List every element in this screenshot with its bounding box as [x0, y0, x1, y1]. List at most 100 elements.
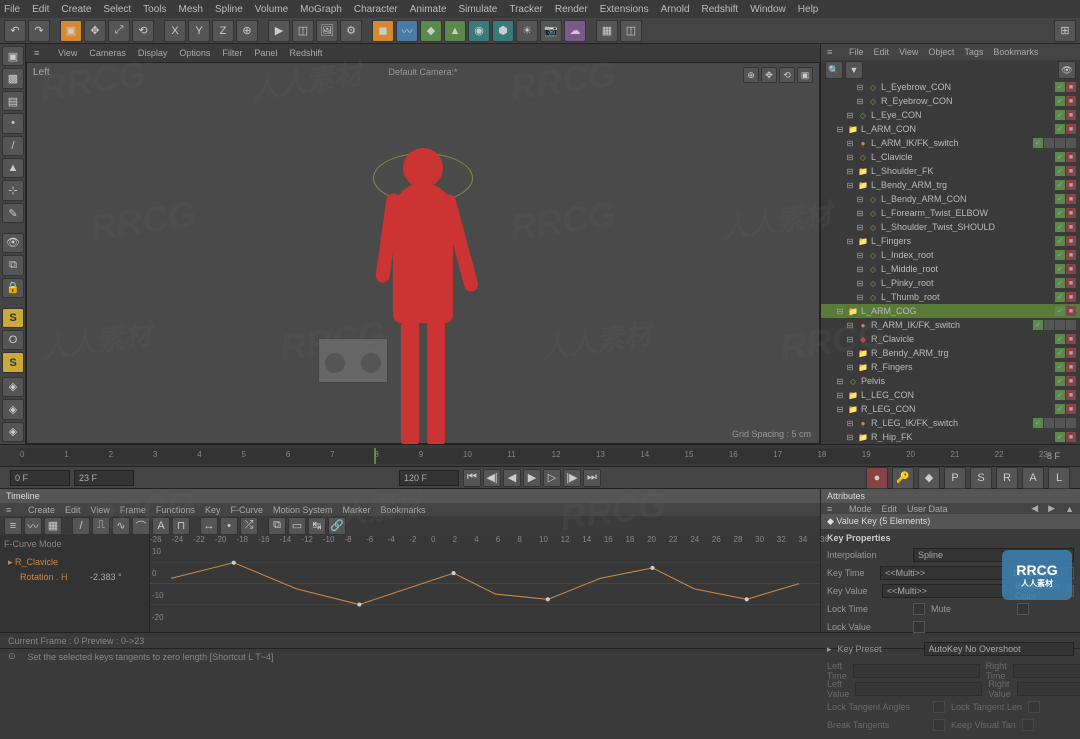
- tree-tag[interactable]: ■: [1066, 222, 1076, 232]
- attr-nav-back-icon[interactable]: ◀: [1031, 503, 1038, 514]
- vp-orbit-icon[interactable]: ⟲: [779, 67, 795, 83]
- attr-menu-userdata[interactable]: User Data: [907, 504, 948, 514]
- leftvalue-input[interactable]: [855, 682, 982, 696]
- tree-tag[interactable]: ✓: [1033, 418, 1043, 428]
- select-tool-icon[interactable]: ▣: [60, 20, 82, 42]
- menu-character[interactable]: Character: [354, 4, 398, 15]
- expand-icon[interactable]: ⊟: [835, 124, 845, 134]
- total-frame-input[interactable]: [399, 470, 459, 486]
- tree-item[interactable]: ⊟◇L_Thumb_root✓■: [821, 290, 1080, 304]
- expand-icon[interactable]: ⊟: [835, 390, 845, 400]
- tree-tag[interactable]: ■: [1066, 82, 1076, 92]
- prev-frame-icon[interactable]: ◀: [503, 469, 521, 487]
- tree-tag[interactable]: ■: [1066, 264, 1076, 274]
- tree-tag[interactable]: ✓: [1033, 138, 1043, 148]
- expand-icon[interactable]: ⊟: [845, 362, 855, 372]
- tree-tag[interactable]: ■: [1066, 152, 1076, 162]
- breaktangents-check[interactable]: [933, 719, 945, 731]
- vp-max-icon[interactable]: ▣: [797, 67, 813, 83]
- tree-tag[interactable]: ✓: [1055, 334, 1065, 344]
- menu-file[interactable]: File: [4, 4, 20, 15]
- fc-ease-icon[interactable]: ⌒: [132, 517, 150, 535]
- menu-spline[interactable]: Spline: [215, 4, 243, 15]
- lefttime-input[interactable]: [853, 664, 980, 678]
- fc-snap-icon[interactable]: ⧉: [268, 517, 286, 535]
- tree-tag[interactable]: [1055, 320, 1065, 330]
- tree-tag[interactable]: ✓: [1055, 432, 1065, 442]
- fc-fcurve-icon[interactable]: 〰: [24, 517, 42, 535]
- attr-menu-mode[interactable]: Mode: [849, 504, 872, 514]
- mograph-icon[interactable]: ⬢: [492, 20, 514, 42]
- expand-icon[interactable]: ⊟: [845, 320, 855, 330]
- om-search-icon[interactable]: 🔍: [825, 61, 843, 79]
- fc-step-icon[interactable]: ⎍: [92, 517, 110, 535]
- locktime-check[interactable]: [913, 603, 925, 615]
- fc-menu-key[interactable]: Key: [205, 505, 221, 515]
- play-icon[interactable]: ▶: [523, 469, 541, 487]
- om-menu-bookmarks[interactable]: Bookmarks: [993, 47, 1038, 57]
- expand-icon[interactable]: ⊟: [855, 222, 865, 232]
- tweak-mode-icon[interactable]: ✎: [2, 203, 24, 223]
- expand-icon[interactable]: ⊟: [845, 110, 855, 120]
- field-icon[interactable]: ◉: [468, 20, 490, 42]
- edge-mode-icon[interactable]: /: [2, 136, 24, 156]
- tree-item[interactable]: ⊟📁R_Fingers✓■: [821, 360, 1080, 374]
- tree-tag[interactable]: ■: [1066, 348, 1076, 358]
- tree-item[interactable]: ⊟📁L_ARM_CON✓■: [821, 122, 1080, 136]
- tree-item[interactable]: ⊟◇L_Clavicle✓■: [821, 150, 1080, 164]
- tree-item[interactable]: ⊟◇R_Eyebrow_CON✓■: [821, 94, 1080, 108]
- fc-menu-marker[interactable]: Marker: [343, 505, 371, 515]
- expand-icon[interactable]: ⊟: [855, 278, 865, 288]
- fc-ripple-icon[interactable]: ↹: [308, 517, 326, 535]
- tree-tag[interactable]: ✓: [1055, 96, 1065, 106]
- fc-menu-fcurve[interactable]: F-Curve: [230, 505, 263, 515]
- point-mode-icon[interactable]: •: [2, 113, 24, 133]
- tree-item[interactable]: ⊟◇L_Middle_root✓■: [821, 262, 1080, 276]
- generator-icon[interactable]: ◆: [420, 20, 442, 42]
- move-tool-icon[interactable]: ✥: [84, 20, 106, 42]
- autokey-icon[interactable]: 🔑: [892, 467, 914, 489]
- om-menu-tags[interactable]: Tags: [964, 47, 983, 57]
- filter2-icon[interactable]: ◈: [2, 399, 24, 419]
- menu-mograph[interactable]: MoGraph: [300, 4, 342, 15]
- menu-help[interactable]: Help: [798, 4, 819, 15]
- expand-icon[interactable]: ⊟: [855, 82, 865, 92]
- rot-key-icon[interactable]: R: [996, 467, 1018, 489]
- fc-region-icon[interactable]: ▭: [288, 517, 306, 535]
- tree-tag[interactable]: ■: [1066, 306, 1076, 316]
- tree-tag[interactable]: ✓: [1055, 292, 1065, 302]
- axis-x-icon[interactable]: X: [164, 20, 186, 42]
- expand-icon[interactable]: ⊟: [835, 306, 845, 316]
- tree-tag[interactable]: ■: [1066, 110, 1076, 120]
- redo-icon[interactable]: ↷: [28, 20, 50, 42]
- coord-system-icon[interactable]: ⊕: [236, 20, 258, 42]
- pla-key-icon[interactable]: L: [1048, 467, 1070, 489]
- tree-tag[interactable]: ■: [1066, 404, 1076, 414]
- tree-tag[interactable]: ■: [1066, 390, 1076, 400]
- keyvalue-input[interactable]: [882, 584, 1009, 598]
- expand-icon[interactable]: ⊟: [845, 152, 855, 162]
- fc-menu-edit[interactable]: Edit: [65, 505, 81, 515]
- menu-extensions[interactable]: Extensions: [600, 4, 649, 15]
- snap-s-icon[interactable]: S: [2, 308, 24, 328]
- polygon-mode-icon[interactable]: ▲: [2, 158, 24, 178]
- tree-item[interactable]: ⊟◇L_Shoulder_Twist_SHOULD✓■: [821, 220, 1080, 234]
- tree-tag[interactable]: ■: [1066, 194, 1076, 204]
- fc-spline-icon[interactable]: ∿: [112, 517, 130, 535]
- prev-key-icon[interactable]: ◀|: [483, 469, 501, 487]
- menu-mesh[interactable]: Mesh: [179, 4, 203, 15]
- fcurve-tree[interactable]: F-Curve Mode ▸ R_Clavicle Rotation . H -…: [0, 535, 150, 632]
- expand-icon[interactable]: ⊟: [855, 250, 865, 260]
- tree-item[interactable]: ⊟📁R_LEG_CON✓■: [821, 402, 1080, 416]
- tree-tag[interactable]: ✓: [1055, 278, 1065, 288]
- layout-preset-icon[interactable]: ⊞: [1054, 20, 1076, 42]
- viewport-solo-icon[interactable]: 👁: [2, 233, 24, 253]
- menu-window[interactable]: Window: [750, 4, 786, 15]
- fc-menu-view[interactable]: View: [91, 505, 110, 515]
- render-region-icon[interactable]: ◫: [292, 20, 314, 42]
- locked-icon[interactable]: 🔒: [2, 278, 24, 298]
- tree-tag[interactable]: ■: [1066, 362, 1076, 372]
- expand-icon[interactable]: ⊟: [835, 376, 845, 386]
- tree-item[interactable]: ⊟◇L_Index_root✓■: [821, 248, 1080, 262]
- lockvalue-check[interactable]: [913, 621, 925, 633]
